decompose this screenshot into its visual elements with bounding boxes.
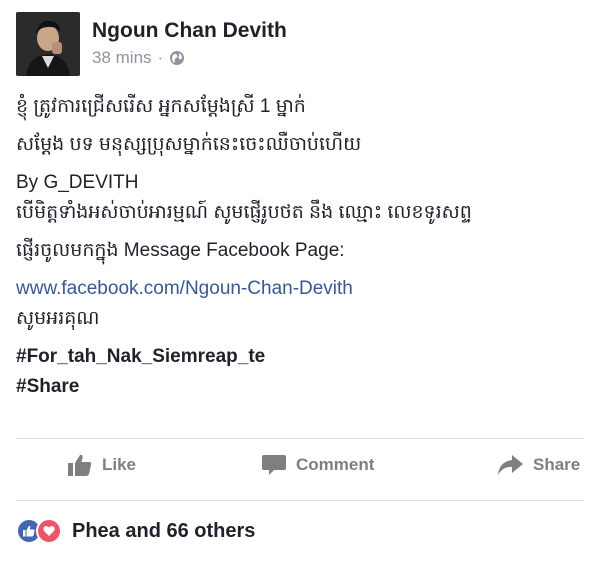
post-line: សម្តែង បទ មនុស្សប្រុសម្នាក់នេះចេះឈឺចាប់ហ… (16, 134, 362, 155)
comment-button[interactable]: Comment (262, 454, 374, 476)
reactions-count-text[interactable]: Phea and 66 others (72, 520, 255, 543)
post-line: សូមអរគុណ (16, 308, 100, 329)
post-card: Ngoun Chan Devith 38 mins · ខ្ញុំ ត្រូវក… (0, 0, 600, 570)
comment-icon (262, 455, 286, 475)
share-arrow-icon (498, 455, 523, 475)
comment-label: Comment (296, 455, 375, 474)
share-label: Share (533, 455, 581, 474)
globe-icon[interactable] (169, 50, 185, 66)
action-bar: Like Comment Share (0, 440, 600, 496)
divider (16, 500, 584, 501)
post-line: ផ្ញើរចូលមកក្នុង Message Facebook Page: (16, 240, 345, 261)
post-body: ខ្ញុំ ត្រូវការជ្រើសរើស អ្នកសម្តែងស្រី 1 … (16, 92, 586, 402)
post-line: ខ្ញុំ ត្រូវការជ្រើសរើស អ្នកសម្តែងស្រី 1 … (16, 96, 306, 117)
reaction-icons (16, 518, 62, 544)
love-icon (36, 518, 62, 544)
hashtag-link[interactable]: #For_tah_Nak_Siemreap_te (16, 342, 586, 372)
author-name[interactable]: Ngoun Chan Devith (92, 18, 287, 44)
post-header: Ngoun Chan Devith 38 mins · (16, 12, 287, 76)
divider (16, 438, 584, 439)
like-button[interactable]: Like (68, 454, 136, 476)
hashtag-link[interactable]: #Share (16, 372, 586, 402)
thumbs-up-icon (68, 454, 92, 476)
like-label: Like (102, 455, 137, 474)
page-link[interactable]: www.facebook.com/Ngoun-Chan-Devith (16, 274, 586, 304)
author-avatar[interactable] (16, 12, 80, 76)
post-meta: Ngoun Chan Devith 38 mins · (92, 12, 287, 76)
post-timestamp[interactable]: 38 mins (92, 48, 152, 68)
post-time-row: 38 mins · (92, 48, 287, 68)
share-button[interactable]: Share (497, 454, 580, 476)
post-line: បើមិត្តទាំងអស់ចាប់អារម្មណ៍ សូមផ្ញើរូបថត … (16, 202, 472, 223)
reactions-summary[interactable]: Phea and 66 others (16, 518, 255, 544)
post-line: By G_DEVITH (16, 172, 139, 193)
meta-separator: · (157, 48, 164, 67)
